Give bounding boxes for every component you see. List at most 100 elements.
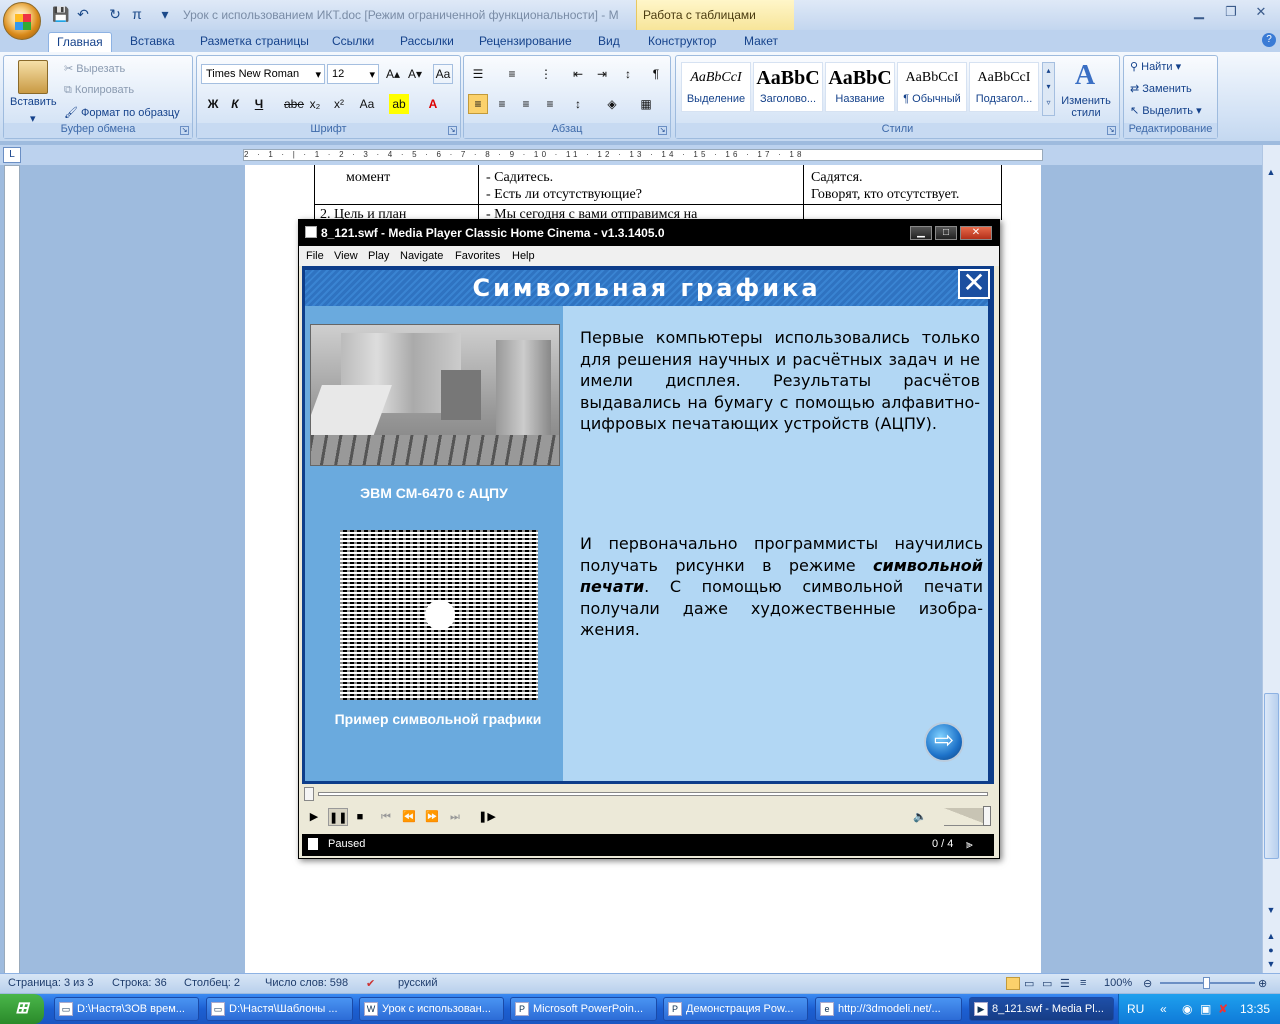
browse-object-icon[interactable]: ● — [1264, 945, 1278, 959]
change-case-button[interactable]: Aa — [355, 94, 379, 114]
taskbar-item[interactable]: P Демонстрация Pow... — [663, 997, 808, 1021]
bullets-icon[interactable]: ☰ — [468, 64, 488, 84]
clock[interactable]: 13:35 — [1240, 1002, 1270, 1016]
paste-button[interactable]: Вставить — [10, 96, 57, 108]
select-button[interactable]: ↖ Выделить ▾ — [1130, 104, 1202, 117]
frame-step-icon[interactable]: ❚▶ — [477, 808, 497, 826]
font-color-icon[interactable]: A — [423, 94, 443, 114]
pi-icon[interactable]: π — [128, 5, 146, 23]
clipboard-launcher-icon[interactable]: ↘ — [180, 126, 189, 135]
volume-thumb[interactable] — [983, 806, 991, 826]
zoom-in-icon[interactable]: ⊕ — [1258, 977, 1267, 990]
bold-button[interactable]: Ж — [203, 94, 223, 114]
vertical-ruler[interactable] — [4, 165, 20, 975]
increase-indent-icon[interactable]: ⇥ — [592, 64, 612, 84]
tab-selector[interactable]: L — [3, 147, 21, 163]
tab-page-layout[interactable]: Разметка страницы — [192, 32, 317, 52]
taskbar-item[interactable]: W Урок с использован... — [359, 997, 504, 1021]
status-line[interactable]: Строка: 36 — [112, 977, 167, 989]
menu-navigate[interactable]: Navigate — [400, 250, 443, 262]
style-title[interactable]: AaBbC Название — [825, 62, 895, 112]
seek-track[interactable] — [318, 792, 988, 796]
tray-app-icon[interactable]: ▣ — [1200, 1002, 1211, 1016]
web-view-icon[interactable]: ▭ — [1042, 977, 1052, 990]
qat-customize-icon[interactable]: ▾ — [156, 5, 174, 23]
help-icon[interactable]: ? — [1262, 33, 1276, 47]
skip-back-icon[interactable]: ⏮ — [376, 808, 396, 826]
borders-icon[interactable]: ▦ — [636, 94, 656, 114]
menu-view[interactable]: View — [334, 250, 358, 262]
shading-icon[interactable]: ◈ — [602, 94, 622, 114]
taskbar-item[interactable]: ▭ D:\Настя\ЗОВ врем... — [54, 997, 199, 1021]
justify-icon[interactable]: ≡ — [540, 94, 560, 114]
status-page[interactable]: Страница: 3 из 3 — [8, 977, 94, 989]
zoom-out-icon[interactable]: ⊖ — [1143, 977, 1152, 990]
scroll-down-icon[interactable]: ▼ — [1264, 905, 1278, 919]
stop-icon[interactable]: ■ — [350, 808, 370, 826]
cut-button[interactable]: ✂ Вырезать — [64, 62, 125, 75]
office-button[interactable] — [3, 2, 41, 40]
decrease-indent-icon[interactable]: ⇤ — [568, 64, 588, 84]
copy-button[interactable]: ⧉ Копировать — [64, 84, 134, 97]
scroll-thumb[interactable] — [1264, 693, 1279, 859]
numbering-icon[interactable]: ≡ — [502, 64, 522, 84]
undo-icon[interactable]: ↶ — [74, 5, 92, 23]
maximize-icon[interactable]: ❐ — [1220, 4, 1242, 20]
skip-forward-icon[interactable]: ⏭ — [445, 808, 465, 826]
menu-help[interactable]: Help — [512, 250, 535, 262]
menu-favorites[interactable]: Favorites — [455, 250, 500, 262]
tab-insert[interactable]: Вставка — [122, 32, 183, 52]
taskbar-item-active[interactable]: ▶ 8_121.swf - Media Pl... — [969, 997, 1114, 1021]
horizontal-ruler[interactable]: 2 · 1 · | · 1 · 2 · 3 · 4 · 5 · 6 · 7 · … — [243, 149, 1043, 161]
volume-icon[interactable]: 🔈 — [910, 808, 930, 826]
paragraph-launcher-icon[interactable]: ↘ — [658, 126, 667, 135]
tray-expand-icon[interactable]: « — [1160, 1002, 1167, 1016]
scroll-up-icon[interactable]: ▲ — [1264, 167, 1278, 181]
spelling-icon[interactable]: ✔ — [366, 977, 375, 990]
next-page-icon[interactable]: ▼ — [1264, 959, 1278, 973]
slide-close-icon[interactable]: ✕ — [958, 269, 990, 299]
styles-scroll[interactable]: ▴ ▾ ▿ — [1042, 62, 1055, 116]
format-painter-button[interactable]: 🖌 Формат по образцу — [64, 106, 180, 119]
tab-layout[interactable]: Макет — [736, 32, 786, 52]
tab-review[interactable]: Рецензирование — [471, 32, 580, 52]
prev-page-icon[interactable]: ▲ — [1264, 931, 1278, 945]
draft-view-icon[interactable]: ≡ — [1080, 977, 1086, 989]
print-layout-icon[interactable] — [1006, 977, 1020, 990]
taskbar-item[interactable]: ▭ D:\Настя\Шаблоны ... — [206, 997, 353, 1021]
zoom-level[interactable]: 100% — [1104, 977, 1132, 989]
style-subtitle[interactable]: AaBbCcI Подзагол... — [969, 62, 1039, 112]
superscript-button[interactable]: x² — [329, 94, 349, 114]
status-column[interactable]: Столбец: 2 — [184, 977, 240, 989]
table-cell[interactable]: - Есть ли отсутствующие? — [486, 186, 642, 203]
table-cell[interactable]: Садятся. — [811, 169, 863, 186]
status-word-count[interactable]: Число слов: 598 — [265, 977, 348, 989]
player-maximize-icon[interactable]: □ — [935, 226, 957, 240]
play-icon[interactable]: ▶ — [304, 808, 324, 826]
taskbar-item[interactable]: e http://3dmodeli.net/... — [815, 997, 962, 1021]
align-right-icon[interactable]: ≡ — [516, 94, 536, 114]
table-cell[interactable]: момент — [346, 169, 390, 186]
font-name-combo[interactable]: Times New Roman ▾ — [201, 64, 325, 84]
outline-view-icon[interactable]: ☰ — [1060, 977, 1070, 990]
clear-format-icon[interactable]: Aa — [433, 64, 453, 84]
seek-thumb[interactable] — [304, 787, 314, 801]
redo-icon[interactable]: ↻ — [106, 5, 124, 23]
vertical-scrollbar[interactable]: ▲ ▼ ▲ ● ▼ — [1262, 145, 1280, 975]
find-button[interactable]: ⚲ Найти ▾ — [1130, 60, 1181, 73]
font-launcher-icon[interactable]: ↘ — [448, 126, 457, 135]
align-center-icon[interactable]: ≡ — [492, 94, 512, 114]
player-minimize-icon[interactable]: ▁ — [910, 226, 932, 240]
style-heading[interactable]: AaBbC Заголово... — [753, 62, 823, 112]
tab-view[interactable]: Вид — [590, 32, 628, 52]
network-icon[interactable]: ◉ — [1182, 1002, 1192, 1016]
show-marks-icon[interactable]: ¶ — [646, 64, 666, 84]
language-indicator[interactable]: RU — [1127, 1002, 1144, 1016]
menu-file[interactable]: File — [306, 250, 324, 262]
reading-view-icon[interactable]: ▭ — [1024, 977, 1034, 990]
menu-play[interactable]: Play — [368, 250, 389, 262]
align-left-icon[interactable]: ≡ — [468, 94, 488, 114]
player-close-icon[interactable]: ✕ — [960, 226, 992, 240]
antivirus-icon[interactable]: ✘ — [1218, 1002, 1228, 1016]
tab-design[interactable]: Конструктор — [640, 32, 724, 52]
